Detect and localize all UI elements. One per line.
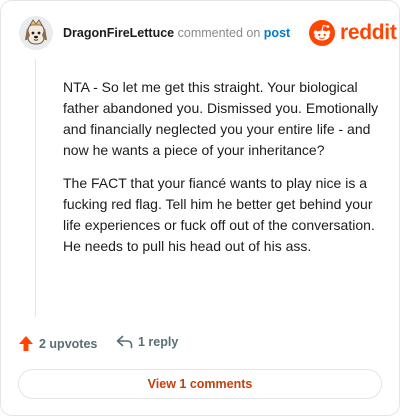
post-link[interactable]: post xyxy=(264,26,290,40)
reply-count: 1 reply xyxy=(138,335,179,349)
upvote-count: 2 upvotes xyxy=(39,336,98,351)
comment-action: commented on xyxy=(177,26,261,40)
upvote-arrow-icon xyxy=(19,336,33,351)
comment-header: DragonFireLettuce commented on post xyxy=(63,26,290,40)
comment-paragraph: The FACT that your fiancé wants to play … xyxy=(63,175,375,254)
upvote-button[interactable]: 2 upvotes xyxy=(18,335,97,352)
user-avatar[interactable] xyxy=(19,16,53,50)
reply-arrow-icon xyxy=(116,335,133,349)
comment-author[interactable]: DragonFireLettuce xyxy=(63,26,174,40)
reddit-wordmark: reddit xyxy=(340,21,397,44)
view-comments-button[interactable]: View 1 comments xyxy=(18,369,382,399)
comment-card: DragonFireLettuce commented on post redd… xyxy=(0,0,400,416)
reddit-brand[interactable]: reddit xyxy=(309,20,397,46)
comment-paragraph: NTA - So let me get this straight. Your … xyxy=(63,79,379,158)
comment-body: NTA - So let me get this straight. Your … xyxy=(63,77,381,269)
reply-button[interactable]: 1 reply xyxy=(116,335,178,349)
cartoon-dog-avatar-icon xyxy=(19,16,53,50)
reddit-snoo-icon xyxy=(309,20,335,46)
thread-line[interactable] xyxy=(35,59,36,317)
